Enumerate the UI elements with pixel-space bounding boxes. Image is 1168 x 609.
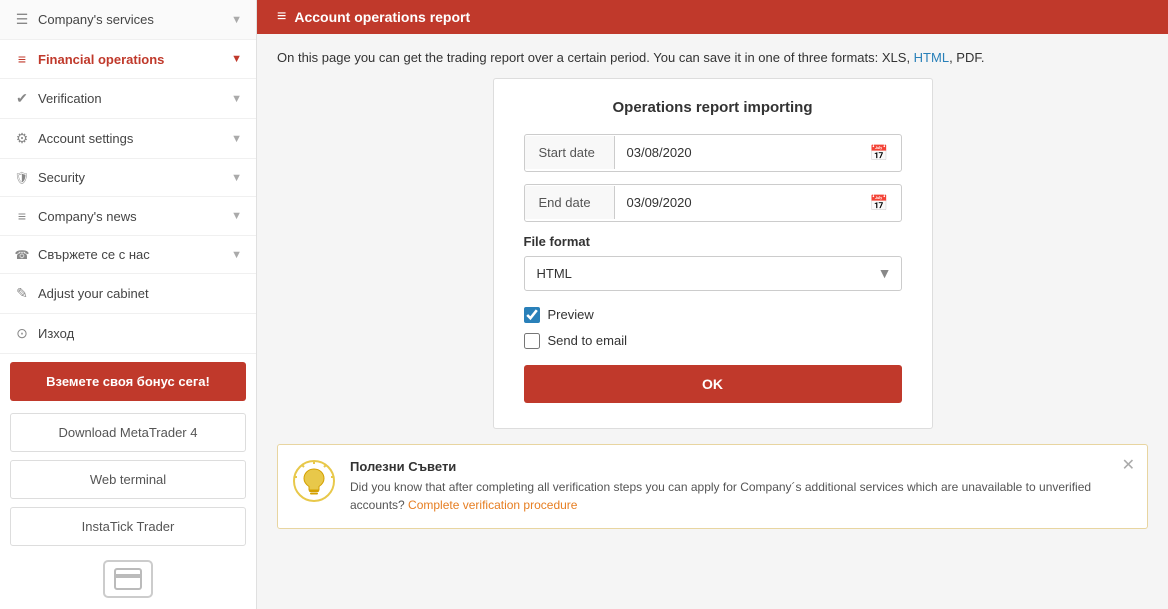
html-link[interactable]: HTML bbox=[914, 50, 949, 65]
sidebar-item-label: Security bbox=[38, 170, 85, 185]
send-email-checkbox-row: Send to email bbox=[524, 333, 902, 349]
verification-icon: ✔ bbox=[14, 90, 30, 107]
chevron-down-icon: ▼ bbox=[231, 93, 242, 105]
end-date-value[interactable]: 03/09/2020 bbox=[615, 186, 858, 219]
sidebar-item-label: Account settings bbox=[38, 131, 133, 146]
sidebar-item-logout[interactable]: ⊙ Изход bbox=[0, 314, 256, 354]
start-date-field: Start date 03/08/2020 📅 bbox=[524, 134, 902, 172]
preview-checkbox-row: Preview bbox=[524, 307, 902, 323]
send-email-label[interactable]: Send to email bbox=[548, 333, 628, 348]
card-icon bbox=[103, 560, 153, 598]
sidebar-item-verification[interactable]: ✔ Verification ▼ bbox=[0, 79, 256, 119]
tips-title: Полезни Съвети bbox=[350, 459, 1131, 474]
logout-icon: ⊙ bbox=[14, 325, 30, 342]
file-format-label: File format bbox=[524, 234, 902, 249]
phone-icon: ☎ bbox=[14, 248, 30, 262]
chevron-down-icon: ▼ bbox=[231, 133, 242, 145]
page-description: On this page you can get the trading rep… bbox=[257, 34, 1168, 78]
account-settings-icon: ⚙ bbox=[14, 130, 30, 147]
sidebar-item-label: Adjust your cabinet bbox=[38, 286, 149, 301]
main-content: ≡ Account operations report On this page… bbox=[257, 0, 1168, 609]
sidebar-item-company-services[interactable]: ☰ Company's services ▼ bbox=[0, 0, 256, 40]
sidebar-item-label: Verification bbox=[38, 91, 102, 106]
description-text-after: , PDF. bbox=[949, 50, 984, 65]
sidebar-bottom-icon bbox=[0, 550, 256, 608]
file-format-select[interactable]: XLS HTML PDF bbox=[524, 256, 902, 291]
sidebar-item-account-settings[interactable]: ⚙ Account settings ▼ bbox=[0, 119, 256, 159]
sidebar-item-company-news[interactable]: ≡ Company's news ▼ bbox=[0, 197, 256, 236]
adjust-icon: ✎ bbox=[14, 285, 30, 302]
end-date-label: End date bbox=[525, 186, 615, 219]
operations-report-form: Operations report importing Start date 0… bbox=[493, 78, 933, 429]
report-icon: ≡ bbox=[277, 8, 286, 26]
chevron-down-icon: ▼ bbox=[231, 14, 242, 26]
sidebar-item-contact-us[interactable]: ☎ Свържете се с нас ▼ bbox=[0, 236, 256, 274]
instatick-trader-button[interactable]: InstaTick Trader bbox=[10, 507, 246, 546]
sidebar-item-label: Свържете се с нас bbox=[38, 247, 150, 262]
form-title: Operations report importing bbox=[524, 99, 902, 116]
chevron-down-icon: ▼ bbox=[231, 249, 242, 261]
download-mt4-button[interactable]: Download MetaTrader 4 bbox=[10, 413, 246, 452]
sidebar-item-label: Изход bbox=[38, 326, 74, 341]
sidebar-item-financial-operations[interactable]: ≡ Financial operations ▼ bbox=[0, 40, 256, 79]
sidebar-item-security[interactable]: 🛡 Security ▼ bbox=[0, 159, 256, 197]
ok-button[interactable]: OK bbox=[524, 365, 902, 403]
end-date-calendar-icon[interactable]: 📅 bbox=[858, 185, 901, 221]
tips-box: Полезни Съвети Did you know that after c… bbox=[277, 444, 1148, 529]
security-icon: 🛡 bbox=[14, 171, 30, 185]
file-format-select-wrapper: XLS HTML PDF ▼ bbox=[524, 256, 902, 291]
sidebar-item-label: Company's news bbox=[38, 209, 137, 224]
chevron-down-icon: ▼ bbox=[231, 210, 242, 222]
start-date-value[interactable]: 03/08/2020 bbox=[615, 136, 858, 169]
end-date-field: End date 03/09/2020 📅 bbox=[524, 184, 902, 222]
bonus-button[interactable]: Вземете своя бонус сега! bbox=[10, 362, 246, 401]
tips-icon bbox=[292, 459, 336, 506]
preview-label[interactable]: Preview bbox=[548, 307, 594, 322]
tips-close-button[interactable]: ✕ bbox=[1122, 455, 1135, 475]
send-email-checkbox[interactable] bbox=[524, 333, 540, 349]
sidebar: ☰ Company's services ▼ ≡ Financial opera… bbox=[0, 0, 257, 609]
sidebar-item-label: Company's services bbox=[38, 12, 154, 27]
description-text-before: On this page you can get the trading rep… bbox=[277, 50, 914, 65]
company-services-icon: ☰ bbox=[14, 11, 30, 28]
preview-checkbox[interactable] bbox=[524, 307, 540, 323]
chevron-down-icon: ▼ bbox=[231, 53, 242, 65]
chevron-down-icon: ▼ bbox=[231, 172, 242, 184]
tips-link[interactable]: Complete verification procedure bbox=[408, 498, 577, 512]
tips-content: Полезни Съвети Did you know that after c… bbox=[350, 459, 1131, 514]
company-news-icon: ≡ bbox=[14, 208, 30, 224]
financial-operations-icon: ≡ bbox=[14, 51, 30, 67]
page-title: Account operations report bbox=[294, 9, 470, 25]
sidebar-item-adjust-cabinet[interactable]: ✎ Adjust your cabinet bbox=[0, 274, 256, 314]
sidebar-item-label: Financial operations bbox=[38, 52, 164, 67]
start-date-calendar-icon[interactable]: 📅 bbox=[858, 135, 901, 171]
tips-text: Did you know that after completing all v… bbox=[350, 478, 1131, 514]
page-header-bar: ≡ Account operations report bbox=[257, 0, 1168, 34]
web-terminal-button[interactable]: Web terminal bbox=[10, 460, 246, 499]
start-date-label: Start date bbox=[525, 136, 615, 169]
